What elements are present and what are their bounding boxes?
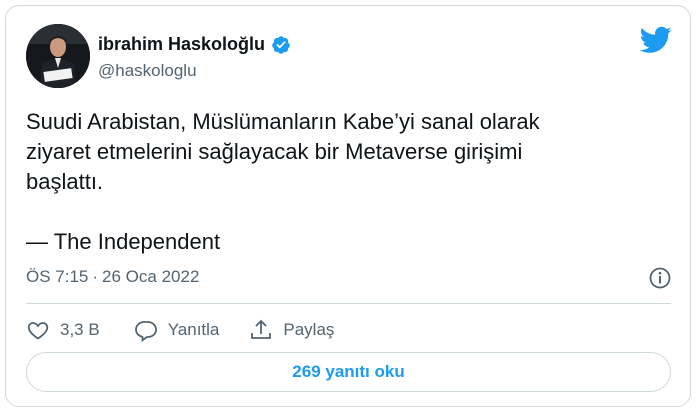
reply-button[interactable]: Yanıtla [134, 318, 220, 342]
verified-badge-icon [272, 35, 290, 54]
share-label: Paylaş [283, 320, 335, 339]
meta-separator: · [92, 267, 99, 286]
reply-label: Yanıtla [167, 320, 220, 339]
author-name-row[interactable]: ibrahim Haskoloğlu [98, 34, 291, 55]
like-count: 3,3 B [60, 320, 100, 339]
twitter-bird-icon[interactable] [640, 26, 672, 54]
tweet-timestamp[interactable]: ÖS 7:15 · 26 Oca 2022 [26, 267, 199, 287]
action-bar: 3,3 B Yanıtla Paylaş [26, 318, 334, 342]
read-replies-button[interactable]: 269 yanıtı oku [26, 352, 671, 392]
share-icon [251, 319, 272, 339]
author-name[interactable]: ibrahim Haskoloğlu [98, 34, 265, 55]
avatar[interactable] [26, 24, 90, 88]
tweet-time[interactable]: ÖS 7:15 [26, 267, 88, 287]
reply-icon [134, 321, 157, 342]
heart-icon [27, 322, 49, 340]
share-button[interactable]: Paylaş [249, 318, 334, 342]
tweet-date[interactable]: 26 Oca 2022 [102, 267, 199, 287]
divider [26, 303, 671, 304]
like-button[interactable]: 3,3 B [26, 318, 100, 342]
author-handle[interactable]: @haskologlu [98, 61, 197, 81]
tweet-text: Suudi Arabistan, Müslümanların Kabe’yi s… [26, 109, 540, 254]
tweet-card: ibrahim Haskoloğlu @haskologlu Suudi Ara… [5, 5, 691, 407]
info-icon[interactable] [648, 266, 672, 290]
